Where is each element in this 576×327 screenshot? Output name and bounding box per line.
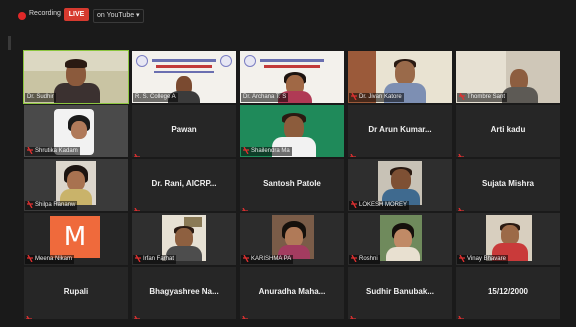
recording-label[interactable]: Recording (29, 10, 61, 17)
participant-tile[interactable]: KARISHMA PA (240, 213, 344, 265)
participant-tile[interactable]: Santosh Patole (240, 159, 344, 211)
muted-mic-icon (242, 202, 248, 211)
muted-mic-icon (458, 310, 464, 319)
participant-tile[interactable]: LOKESH MOREY (348, 159, 452, 211)
participant-name: KARISHMA PA (241, 255, 294, 264)
participant-name: Irfan Farhat (133, 255, 177, 264)
participant-tile[interactable]: Dr. Archana T. S (240, 51, 344, 103)
participant-name: Dr. Sudhir (25, 93, 56, 102)
participant-name-display: Anuradha Maha... (258, 287, 326, 296)
muted-mic-icon (458, 148, 464, 157)
participant-name-display: Sujata Mishra (481, 179, 534, 188)
muted-mic-icon (350, 310, 356, 319)
muted-mic-icon (459, 93, 465, 101)
participant-tile[interactable]: Sudhir Banubak... (348, 267, 452, 319)
participant-name-display: Bhagyashree Na... (149, 287, 219, 296)
muted-mic-icon (134, 310, 140, 319)
muted-mic-icon (243, 147, 249, 155)
avatar: M (50, 216, 100, 258)
participant-name-display: Sudhir Banubak... (365, 287, 434, 296)
participant-name-display: Rupali (63, 287, 89, 296)
participant-tile[interactable]: Shailendra Ma (240, 105, 344, 157)
participant-name-display: Santosh Patole (263, 179, 321, 188)
participant-name: Shrutika Kadam (25, 147, 80, 156)
participant-name: Shailendra Ma (241, 147, 292, 156)
muted-mic-icon (27, 147, 33, 155)
muted-mic-icon (27, 201, 33, 209)
muted-mic-icon (134, 202, 140, 211)
participant-tile[interactable]: Dr. Rani, AICRP... (132, 159, 236, 211)
participant-tile[interactable]: Rupali (24, 267, 128, 319)
participant-tile[interactable]: Roshni (348, 213, 452, 265)
stream-target-dropdown[interactable]: on YouTube ▾ (93, 9, 144, 23)
participant-name: Dr. Jivan Katore (349, 93, 404, 102)
muted-mic-icon (243, 255, 249, 263)
participant-tile[interactable]: Arti kadu (456, 105, 560, 157)
record-icon[interactable] (18, 12, 26, 20)
participant-tile[interactable]: Shilpa Rananw (24, 159, 128, 211)
muted-mic-icon (459, 255, 465, 263)
participant-name-display: Pawan (171, 125, 197, 134)
participant-name: Roshni (349, 255, 380, 264)
participant-tile[interactable]: Irfan Farhat (132, 213, 236, 265)
participant-name: Vinay Bhavare (457, 255, 508, 264)
participant-name-display: 15/12/2000 (487, 287, 529, 296)
muted-mic-icon (351, 201, 357, 209)
participant-tile[interactable]: Dr. Sudhir (23, 50, 129, 104)
participant-tile[interactable]: Vinay Bhavare (456, 213, 560, 265)
participant-name: R. S. College A (133, 93, 178, 102)
participant-name-display: Dr. Rani, AICRP... (151, 179, 217, 188)
participant-name-display: Arti kadu (490, 125, 526, 134)
window-edge-marker (8, 36, 11, 50)
participant-tile[interactable]: Pawan (132, 105, 236, 157)
participant-name: Shilpa Rananw (25, 201, 78, 210)
muted-mic-icon (350, 148, 356, 157)
participant-tile[interactable]: Dr Arun Kumar... (348, 105, 452, 157)
live-badge[interactable]: LIVE (64, 8, 89, 21)
gallery-view: Dr. Sudhir R. S. College A Dr. Archana T… (23, 50, 560, 321)
muted-mic-icon (351, 93, 357, 101)
muted-mic-icon (351, 255, 357, 263)
participant-tile[interactable]: Bhagyashree Na... (132, 267, 236, 319)
participant-name: Dr. Archana T. S (241, 93, 289, 102)
participant-tile[interactable]: R. S. College A (132, 51, 236, 103)
participant-name: Meena Nikam (25, 255, 75, 264)
participant-tile[interactable]: Dr. Jivan Katore (348, 51, 452, 103)
muted-mic-icon (242, 310, 248, 319)
muted-mic-icon (458, 202, 464, 211)
participant-tile[interactable]: Thombre Sant (456, 51, 560, 103)
meeting-toolbar: Recording LIVE on YouTube ▾ (0, 0, 576, 34)
participant-tile[interactable]: M Meena Nikam (24, 213, 128, 265)
participant-name: Thombre Sant (457, 93, 508, 102)
participant-tile[interactable]: Sujata Mishra (456, 159, 560, 211)
muted-mic-icon (135, 255, 141, 263)
participant-tile[interactable]: Anuradha Maha... (240, 267, 344, 319)
participant-name-display: Dr Arun Kumar... (368, 125, 432, 134)
muted-mic-icon (134, 148, 140, 157)
muted-mic-icon (27, 255, 33, 263)
muted-mic-icon (26, 310, 32, 319)
participant-tile[interactable]: 15/12/2000 (456, 267, 560, 319)
participant-tile[interactable]: Shrutika Kadam (24, 105, 128, 157)
participant-name: LOKESH MOREY (349, 201, 410, 210)
